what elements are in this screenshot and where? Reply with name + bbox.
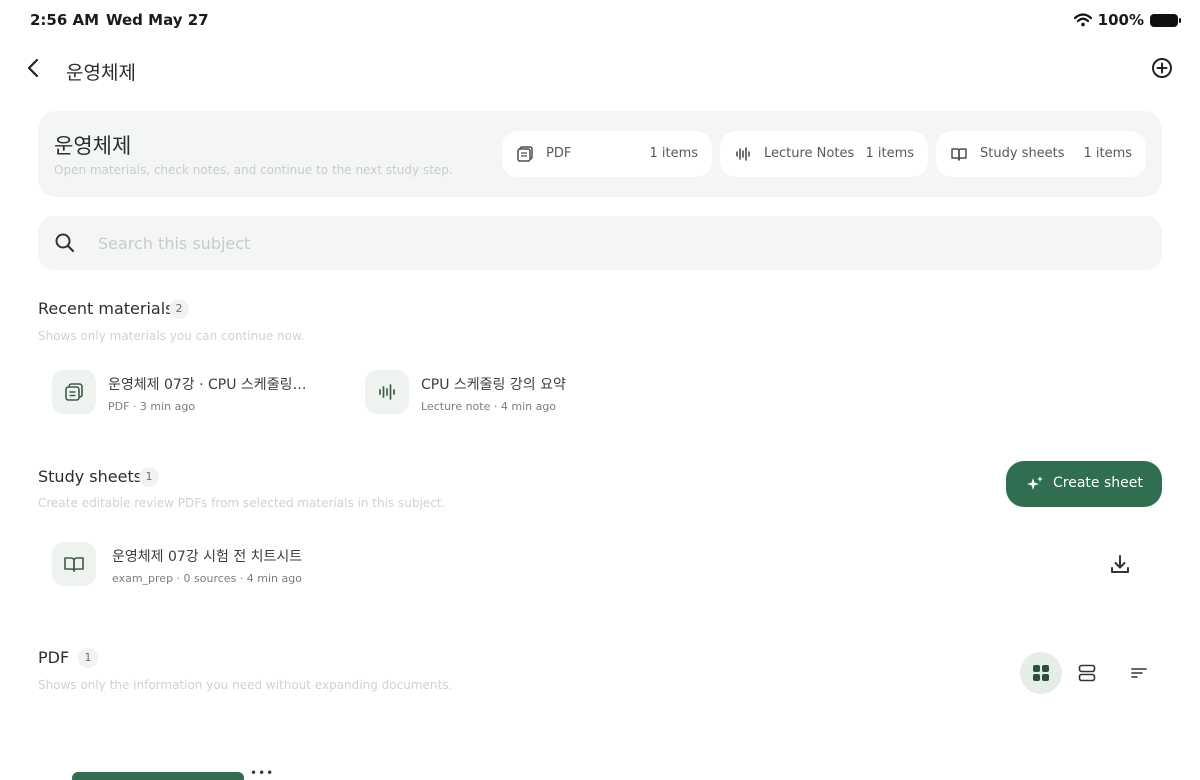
battery-icon	[1150, 13, 1181, 27]
stat-label: PDF	[546, 146, 572, 161]
battery-percent: 100%	[1097, 11, 1144, 29]
search-input[interactable]	[98, 230, 1078, 256]
pdf-icon	[517, 146, 533, 162]
list-icon	[1078, 664, 1096, 682]
recent-item-meta: Lecture note · 4 min ago	[421, 400, 557, 413]
study-sheets-subtitle: Create editable review PDFs from selecte…	[38, 496, 446, 510]
nav-bar: 운영체제	[0, 50, 1200, 90]
stat-count: 1 items	[865, 146, 914, 161]
pdf-card-thumbnail[interactable]	[72, 772, 244, 780]
create-sheet-label: Create sheet	[1053, 475, 1143, 491]
sparkle-icon	[1027, 476, 1043, 490]
stat-pdf[interactable]: PDF 1 items	[502, 131, 712, 177]
recent-materials-subtitle: Shows only materials you can continue no…	[38, 329, 305, 343]
stat-lecture-notes[interactable]: Lecture Notes 1 items	[720, 131, 928, 177]
pdf-icon	[52, 370, 96, 414]
status-indicators: 100%	[1073, 11, 1181, 29]
back-icon[interactable]	[22, 56, 46, 80]
create-sheet-button[interactable]: Create sheet	[1006, 461, 1162, 507]
grid-view-button[interactable]	[1020, 652, 1062, 694]
book-icon	[951, 148, 967, 161]
sheet-item-meta: exam_prep · 0 sources · 4 min ago	[112, 572, 302, 585]
pdf-section-subtitle: Shows only the information you need with…	[38, 678, 453, 692]
search-bar[interactable]	[38, 216, 1162, 270]
stat-count: 1 items	[1083, 146, 1132, 161]
waveform-icon	[736, 147, 750, 161]
subject-header-card: 운영체제 Open materials, check notes, and co…	[38, 111, 1162, 197]
recent-materials-title: Recent materials	[38, 299, 174, 318]
recent-item-title: CPU 스케줄링 강의 요약	[421, 377, 566, 393]
pdf-section-title: PDF	[38, 648, 70, 667]
add-circle-icon[interactable]	[1150, 56, 1174, 80]
subject-subtitle: Open materials, check notes, and continu…	[54, 163, 453, 177]
stat-study-sheets[interactable]: Study sheets 1 items	[936, 131, 1146, 177]
search-icon	[55, 233, 75, 253]
sheets-count-badge: 1	[139, 467, 159, 487]
sheet-item-title: 운영체제 07강 시험 전 치트시트	[112, 549, 303, 565]
wifi-icon	[1073, 13, 1092, 27]
stat-count: 1 items	[649, 146, 698, 161]
recent-item-meta: PDF · 3 min ago	[108, 400, 196, 413]
list-view-button[interactable]	[1066, 652, 1108, 694]
waveform-icon	[365, 370, 409, 414]
download-icon[interactable]	[1108, 552, 1132, 576]
status-time: 2:56 AM	[30, 11, 100, 29]
stat-label: Lecture Notes	[764, 146, 855, 161]
recent-count-badge: 2	[169, 299, 189, 319]
book-icon	[52, 542, 96, 586]
recent-item-title: 운영체제 07강 · CPU 스케줄링…	[108, 377, 307, 393]
status-date: Wed May 27	[106, 11, 209, 29]
pdf-count-badge: 1	[78, 648, 98, 668]
grid-icon	[1033, 665, 1049, 681]
stat-label: Study sheets	[980, 146, 1065, 161]
sort-icon	[1131, 668, 1147, 678]
sort-button[interactable]	[1118, 652, 1160, 694]
study-sheets-title: Study sheets	[38, 467, 143, 486]
more-options-icon[interactable]: •••	[250, 766, 274, 780]
subject-title: 운영체제	[54, 134, 132, 158]
status-bar: 2:56 AM Wed May 27 100%	[0, 0, 1200, 40]
nav-title: 운영체제	[66, 62, 136, 84]
